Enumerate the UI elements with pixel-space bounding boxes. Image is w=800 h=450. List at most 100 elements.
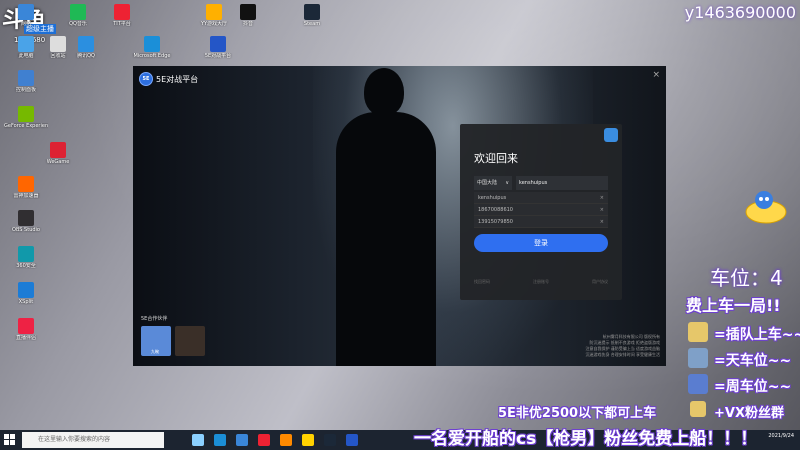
desktop-icon-label: 网络 xyxy=(20,21,31,27)
remove-icon[interactable]: × xyxy=(600,192,604,204)
app-icon xyxy=(78,36,94,52)
app-icon xyxy=(18,318,34,334)
system-clock[interactable]: 2021/9/24 xyxy=(768,432,794,440)
taskbar-app-icon[interactable] xyxy=(346,434,358,446)
remove-icon[interactable]: × xyxy=(600,216,604,228)
app-icon xyxy=(304,4,320,20)
region-value: 中国大陆 xyxy=(477,180,498,186)
region-select[interactable]: 中国大陆 ∨ xyxy=(474,176,512,190)
history-item[interactable]: kenshuipus × xyxy=(474,192,608,204)
taskbar-app-icon[interactable] xyxy=(192,434,204,446)
desktop-icon[interactable]: 网络 xyxy=(4,4,48,27)
taskbar-app-icon[interactable] xyxy=(214,434,226,446)
overlay-line1a: 5E非优2500以下都可上车 xyxy=(498,406,657,421)
app-icon xyxy=(18,210,34,226)
app-icon xyxy=(18,106,34,122)
taskbar-app-icon[interactable] xyxy=(302,434,314,446)
car-seat-count: 车位：4 xyxy=(710,266,783,290)
5e-logo-icon: 5E xyxy=(139,72,153,86)
desktop-icon[interactable]: QQ音乐 xyxy=(56,4,100,27)
taskbar-search-input[interactable]: 在这里输入你要搜索的内容 xyxy=(22,432,164,448)
app-icon xyxy=(18,70,34,86)
desktop-icon-label: XSplit xyxy=(18,299,34,305)
desktop-icon-label: Microsoft Edge xyxy=(133,53,171,59)
account-history-list: kenshuipus × 18670088610 × 13915079850 × xyxy=(474,192,608,228)
taskbar-app-icon[interactable] xyxy=(280,434,292,446)
partner-avatar[interactable] xyxy=(175,326,205,356)
stream-watermark: y1463690000 xyxy=(684,3,796,22)
hero-silhouette xyxy=(328,66,448,366)
taskbar-app-icon[interactable] xyxy=(324,434,336,446)
rule-text: =天车位~~ xyxy=(714,353,792,369)
rocket-icon xyxy=(688,374,708,394)
desktop-icon[interactable]: TIT平台 xyxy=(100,4,144,27)
close-icon[interactable]: × xyxy=(652,70,660,80)
app-icon xyxy=(206,4,222,20)
chevron-down-icon: ∨ xyxy=(505,180,509,186)
desktop-icon[interactable]: 抖音 xyxy=(226,4,270,27)
forgot-password-link[interactable]: 找回密码 xyxy=(474,279,490,285)
app-icon xyxy=(144,36,160,52)
clock-date: 2021/9/24 xyxy=(768,433,794,439)
desktop-icon[interactable]: Microsoft Edge xyxy=(130,36,174,59)
taskbar-app-icon[interactable] xyxy=(258,434,270,446)
desktop-icon-label: 控制面板 xyxy=(15,87,36,93)
overlay-line1b: +VX粉丝群 xyxy=(714,406,784,421)
history-item[interactable]: 13915079850 × xyxy=(474,216,608,228)
history-account: 18670088610 xyxy=(478,207,513,213)
partners-title: 5E合作伙伴 xyxy=(141,316,168,322)
taskbar-app-icon[interactable] xyxy=(236,434,248,446)
app-icon xyxy=(50,142,66,158)
login-panel: 欢迎回来 中国大陆 ∨ kenshuipus kenshuipus × 1867… xyxy=(460,124,622,300)
rule-text: =插队上车~~ xyxy=(714,327,800,343)
desktop-icon-label: 直播伴侣 xyxy=(15,335,36,341)
rule-text: =周车位~~ xyxy=(714,379,792,395)
desktop-icon[interactable]: 腾讯QQ xyxy=(64,36,108,59)
register-link[interactable]: 注册账号 xyxy=(533,279,549,285)
app-icon xyxy=(70,4,86,20)
partner-name: 九畹 xyxy=(151,349,159,354)
desktop-icon[interactable]: XSplit xyxy=(4,282,48,305)
desktop-icon[interactable]: OBS Studio xyxy=(4,210,48,233)
agreement-link[interactable]: 用户协议 xyxy=(592,279,608,285)
desktop-icon[interactable]: 5E对战平台 xyxy=(196,36,240,59)
desktop-icon[interactable]: 直播伴侣 xyxy=(4,318,48,341)
desktop-icon-label: 雷神加速器 xyxy=(13,193,39,199)
app-icon xyxy=(114,4,130,20)
app-icon xyxy=(18,36,34,52)
app-brand: 5E 5E对战平台 xyxy=(139,72,198,86)
ticket-icon xyxy=(688,322,708,342)
desktop-icon-label: GeForce Experience xyxy=(4,123,48,129)
mascot-icon xyxy=(745,191,787,224)
desktop-icon[interactable]: 360安全 xyxy=(4,246,48,269)
history-account: kenshuipus xyxy=(478,195,507,201)
history-account: 13915079850 xyxy=(478,219,513,225)
username-input[interactable]: kenshuipus xyxy=(516,176,608,190)
desktop-icon[interactable]: Steam xyxy=(290,4,334,27)
windows-start-icon[interactable] xyxy=(4,434,16,446)
plane-icon xyxy=(688,348,708,368)
qr-login-icon[interactable] xyxy=(604,128,618,142)
app-icon xyxy=(18,176,34,192)
login-button[interactable]: 登录 xyxy=(474,234,608,252)
history-item[interactable]: 18670088610 × xyxy=(474,204,608,216)
app-icon xyxy=(210,36,226,52)
desktop-icon-label: QQ音乐 xyxy=(69,21,87,27)
desktop-icon[interactable]: 雷神加速器 xyxy=(4,176,48,199)
remove-icon[interactable]: × xyxy=(600,204,604,216)
app-icon xyxy=(18,246,34,262)
login-title: 欢迎回来 xyxy=(474,152,518,165)
app-icon xyxy=(18,4,34,20)
app-brand-label: 5E对战平台 xyxy=(156,74,199,84)
desktop-icon-label: 5E对战平台 xyxy=(204,53,232,59)
overlay-line2: 一名爱开船的cs【枪男】粉丝免费上船！！！ xyxy=(414,429,758,449)
desktop-icon-label: 360安全 xyxy=(16,263,36,269)
legal-notice: 杭州雾月科技有限公司 版权所有 防沉迷提示 抵制不良游戏 拒绝盗版游戏 注意自我… xyxy=(585,334,660,357)
desktop-icon-label: WeGame xyxy=(46,159,70,165)
app-icon xyxy=(18,282,34,298)
5e-app-window[interactable]: 5E 5E对战平台 × 欢迎回来 中国大陆 ∨ kenshuipus kensh… xyxy=(133,66,666,366)
desktop-icon[interactable]: WeGame xyxy=(36,142,80,165)
desktop-icon[interactable]: GeForce Experience xyxy=(4,106,48,129)
desktop-icon[interactable]: 控制面板 xyxy=(4,70,48,93)
login-links: 找回密码 注册账号 用户协议 xyxy=(474,279,608,285)
